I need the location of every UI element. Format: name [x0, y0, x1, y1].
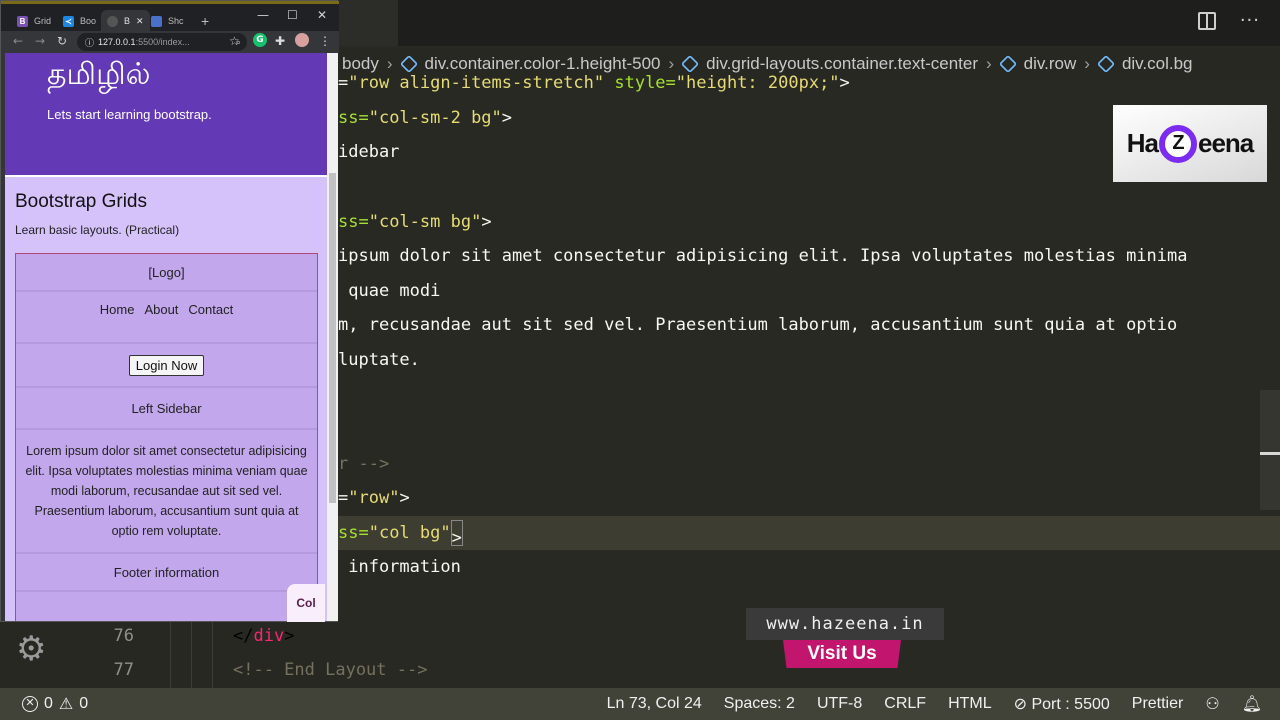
reload-icon[interactable]: ↻ — [57, 34, 67, 48]
back-icon[interactable]: ← — [13, 34, 23, 48]
scrollbar[interactable] — [1260, 390, 1280, 510]
more-actions-icon[interactable]: ··· — [1240, 12, 1260, 30]
error-icon: ✕ — [22, 696, 38, 712]
line-number: 77 — [113, 660, 134, 680]
warning-count: 0 — [79, 695, 89, 712]
hero-subtitle: Lets start learning bootstrap. — [47, 107, 212, 122]
scrollbar-thumb[interactable] — [329, 173, 336, 503]
indent-guide — [191, 622, 192, 688]
language-mode[interactable]: HTML — [948, 695, 992, 713]
split-editor-icon[interactable] — [1197, 12, 1216, 30]
code-line: idebar — [338, 142, 400, 162]
browser-scrollbar[interactable] — [327, 53, 338, 621]
code-line: ipsum dolor sit amet consectetur adipisi… — [338, 246, 1188, 266]
brand-z-icon: Z — [1158, 124, 1197, 163]
error-count: 0 — [44, 695, 53, 712]
col-tooltip: Col — [287, 584, 325, 622]
footer-cell: Footer information — [16, 554, 317, 592]
line-ending[interactable]: CRLF — [884, 695, 926, 713]
code-line: quae modi — [338, 281, 441, 301]
hero-title: தமிழில் — [47, 57, 151, 92]
line-number: 76 — [113, 626, 134, 646]
grammarly-icon[interactable]: G — [253, 33, 267, 47]
live-server-port[interactable]: ⊘ Port : 5500 — [1014, 694, 1110, 714]
indentation[interactable]: Spaces: 2 — [724, 695, 795, 713]
browser-tab-active[interactable]: B ✕ — [101, 10, 150, 32]
editor-title-bar: ··· — [338, 0, 1280, 46]
browser-tab[interactable]: B Grid — [11, 10, 57, 32]
warning-icon: ⚠ — [58, 696, 74, 713]
close-window-icon[interactable]: ✕ — [317, 8, 327, 22]
cursor-position[interactable]: Ln 73, Col 24 — [607, 695, 702, 713]
problems-indicator[interactable]: ✕ 0 ⚠ 0 — [0, 694, 88, 714]
code-line: ="row align-items-stretch" style="height… — [338, 73, 850, 93]
formatter[interactable]: Prettier — [1132, 695, 1184, 713]
brand-logo: Ha Zeena — [1113, 105, 1267, 182]
nav-link-about[interactable]: About — [144, 302, 178, 317]
bracket-match: > — [450, 520, 463, 548]
scroll-position-marker — [1260, 452, 1280, 455]
content-cell: Lorem ipsum dolor sit amet consectetur a… — [16, 430, 317, 554]
bookmark-star-icon[interactable]: ☆ — [229, 34, 240, 48]
browser-tab[interactable]: Shc — [145, 10, 190, 32]
nav-link-contact[interactable]: Contact — [188, 302, 233, 317]
code-line: information — [338, 557, 461, 577]
code-line: m, recusandae aut sit sed vel. Praesenti… — [338, 315, 1178, 335]
encoding[interactable]: UTF-8 — [817, 695, 862, 713]
browser-tab[interactable]: ≺ Boo — [57, 10, 102, 32]
code-line: r --> — [338, 454, 390, 474]
login-cell: Login Now — [16, 344, 317, 388]
visit-us-button[interactable]: Visit Us — [783, 640, 901, 668]
code-line: ss="col-sm-2 bg"> — [338, 108, 513, 128]
loading-icon — [107, 15, 118, 27]
info-icon: ⓘ — [85, 37, 95, 48]
window-icon — [151, 15, 162, 27]
address-bar[interactable]: ⓘ 127.0.0.1:5500/index... ⌕ — [77, 33, 247, 51]
close-tab-icon[interactable]: ✕ — [136, 16, 144, 27]
section-subtitle: Learn basic layouts. (Practical) — [15, 223, 180, 237]
no-entry-icon: ⊘ — [1013, 696, 1032, 713]
notifications-bell-icon[interactable]: 🔔︎ — [1242, 694, 1262, 714]
browser-toolbar: ← → ↻ ⓘ 127.0.0.1:5500/index... ⌕ ☆ G ✚ … — [1, 31, 339, 53]
gear-icon[interactable]: ⚙ — [16, 632, 50, 666]
extensions-icon[interactable]: ✚ — [275, 34, 285, 48]
browser-window: B Grid ≺ Boo B ✕ Shc + — ☐ ✕ ← → ↻ ⓘ 127… — [0, 0, 339, 622]
indent-guide — [212, 622, 213, 688]
screen: ··· body › div.container.color-1.height-… — [0, 0, 1280, 720]
sidebar-cell: Left Sidebar — [16, 388, 317, 430]
editor-tab[interactable] — [338, 0, 398, 46]
code-line: </div> — [233, 626, 295, 646]
web-page: தமிழில் Lets start learning bootstrap. B… — [5, 53, 327, 621]
minimize-icon[interactable]: — — [257, 8, 269, 22]
grid-layout: [Logo] Home About Contact Login Now Left… — [15, 253, 318, 621]
bootstrap-icon: B — [17, 15, 28, 27]
status-bar: ✕ 0 ⚠ 0 Ln 73, Col 24 Spaces: 2 UTF-8 CR… — [0, 688, 1280, 720]
maximize-icon[interactable]: ☐ — [287, 8, 298, 22]
code-line: ss="col bg"> — [338, 516, 463, 550]
vscode-icon: ≺ — [63, 15, 74, 27]
new-tab-button[interactable]: + — [195, 10, 215, 32]
indent-guide — [170, 622, 171, 688]
code-line: luptate. — [338, 350, 420, 370]
code-line: ="row"> — [338, 488, 410, 508]
code-line: <!-- End Layout --> — [233, 660, 428, 680]
logo-cell: [Logo] — [16, 254, 317, 292]
login-button[interactable]: Login Now — [128, 354, 205, 376]
forward-icon[interactable]: → — [35, 34, 45, 48]
browser-tab-strip: B Grid ≺ Boo B ✕ Shc + — ☐ ✕ — [1, 1, 339, 32]
hero-banner: தமிழில் Lets start learning bootstrap. — [5, 53, 327, 177]
code-line: ss="col-sm bg"> — [338, 212, 492, 232]
profile-avatar[interactable] — [295, 33, 309, 47]
website-label: www.hazeena.in — [746, 608, 944, 640]
feedback-icon[interactable]: ⚇ — [1205, 694, 1219, 714]
menu-kebab-icon[interactable]: ⋮ — [319, 34, 331, 48]
nav-link-home[interactable]: Home — [100, 302, 135, 317]
section-title: Bootstrap Grids — [15, 191, 147, 212]
nav-cell: Home About Contact — [16, 292, 317, 344]
